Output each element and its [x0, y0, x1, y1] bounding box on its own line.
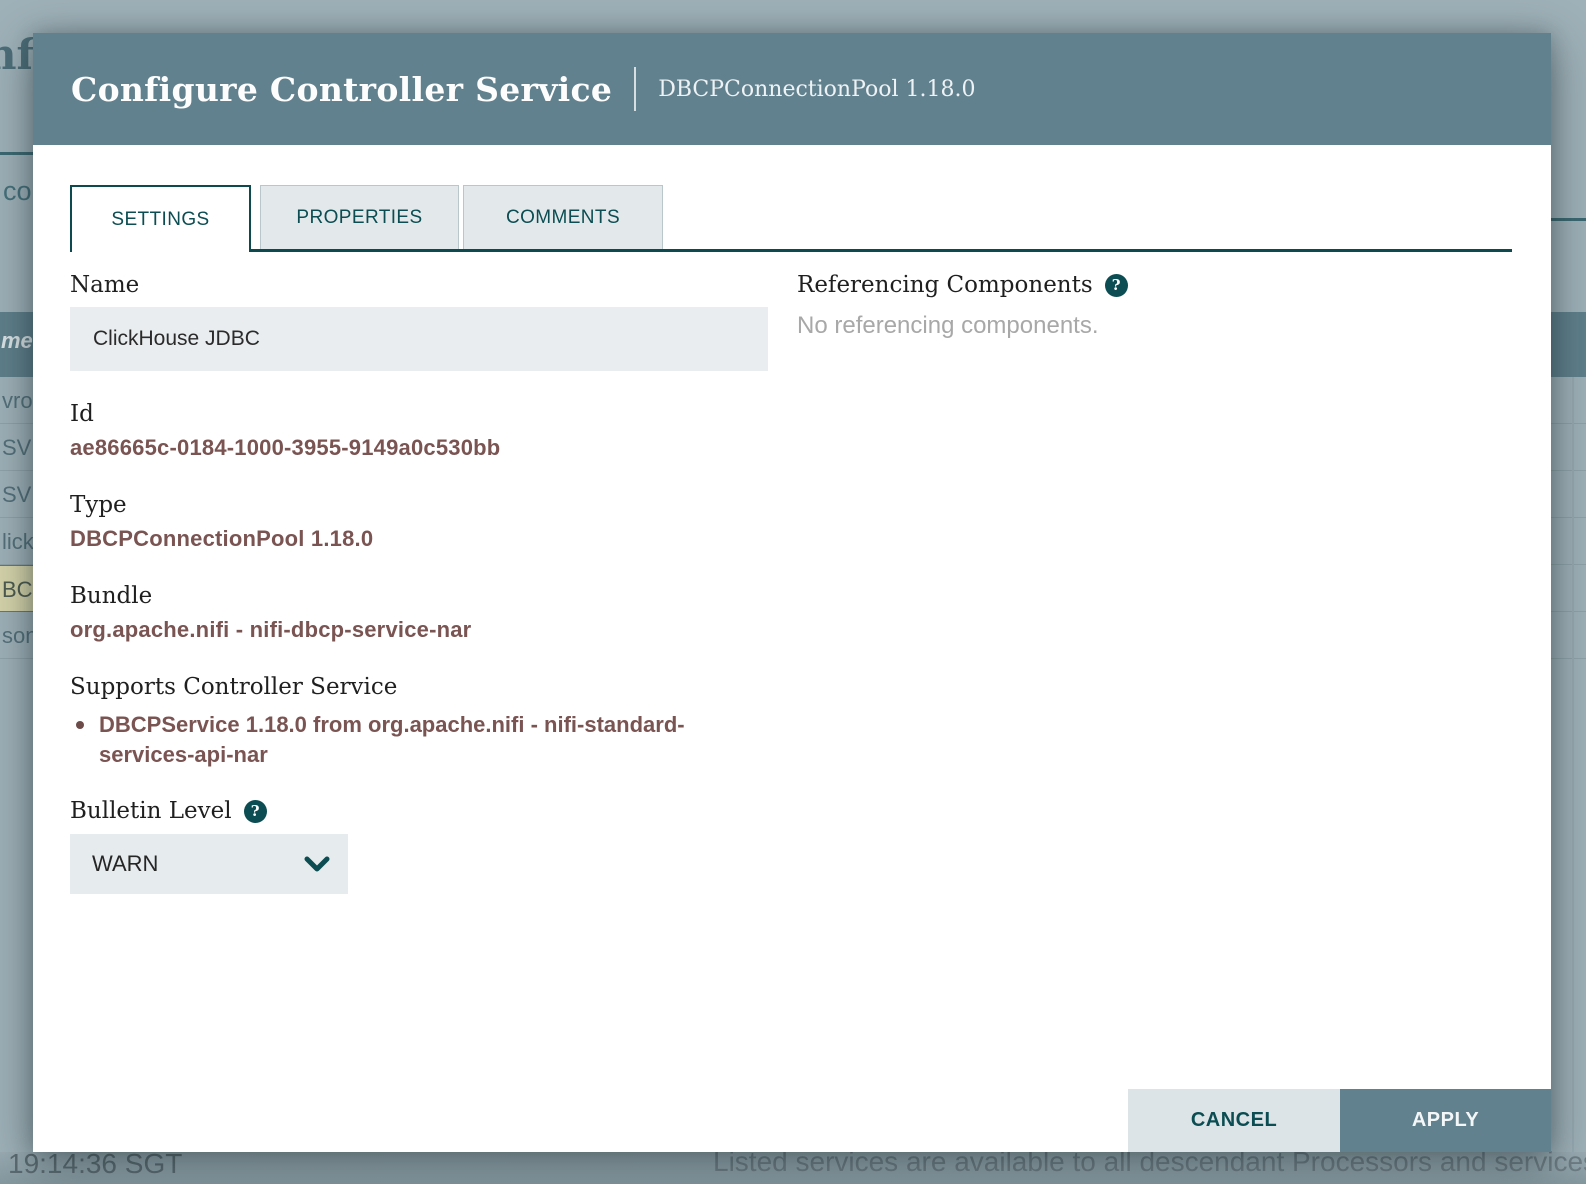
name-input[interactable]	[70, 307, 768, 371]
supports-controller-service-item: DBCPService 1.18.0 from org.apache.nifi …	[70, 710, 730, 770]
supports-controller-service-label: Supports Controller Service	[70, 674, 770, 700]
configure-controller-service-dialog: Configure Controller Service DBCPConnect…	[33, 33, 1551, 1152]
supports-controller-service-list: DBCPService 1.18.0 from org.apache.nifi …	[70, 710, 730, 770]
id-label: Id	[70, 401, 770, 427]
table-row: son	[0, 612, 33, 659]
tab-comments[interactable]: COMMENTS	[463, 185, 663, 249]
background-table-rows-right	[1551, 377, 1586, 659]
background-table-rows-left: vro SVR SVR lick BCP son	[0, 377, 33, 659]
bulletin-level-value: WARN	[92, 851, 158, 877]
id-value: ae86665c-0184-1000-3955-9149a0c530bb	[70, 435, 770, 461]
background-tab-underline-right	[1551, 218, 1586, 221]
background-table-header-right	[1551, 312, 1586, 377]
settings-left-column: Name Id ae86665c-0184-1000-3955-9149a0c5…	[70, 272, 770, 925]
bundle-label: Bundle	[70, 583, 770, 609]
tab-settings[interactable]: SETTINGS	[70, 185, 251, 252]
background-tab-label-fragment: co	[3, 176, 32, 207]
table-row: SVR	[0, 424, 33, 471]
table-row: vro	[0, 377, 33, 424]
chevron-down-icon	[304, 855, 330, 873]
name-label: Name	[70, 272, 770, 298]
table-row: lick	[0, 518, 33, 565]
dialog-subtitle: DBCPConnectionPool 1.18.0	[634, 67, 975, 111]
background-tab-underline-left	[0, 152, 33, 155]
tab-properties[interactable]: PROPERTIES	[260, 185, 459, 249]
help-icon[interactable]: ?	[244, 800, 267, 823]
tab-bar: SETTINGS PROPERTIES COMMENTS	[70, 185, 1512, 252]
referencing-components-label: Referencing Components	[797, 272, 1093, 298]
referencing-components-empty-text: No referencing components.	[797, 312, 1512, 340]
bulletin-level-dropdown[interactable]: WARN	[70, 834, 348, 894]
cancel-button[interactable]: CANCEL	[1128, 1089, 1340, 1152]
referencing-components-section: Referencing Components ? No referencing …	[797, 272, 1512, 925]
table-row-selected: BCP	[0, 565, 33, 612]
bundle-value: org.apache.nifi - nifi-dbcp-service-nar	[70, 617, 770, 643]
background-timestamp: 19:14:36 SGT	[8, 1148, 182, 1180]
help-icon[interactable]: ?	[1105, 274, 1128, 297]
background-table-header-left: me	[0, 312, 33, 377]
background-table-column-divider	[1572, 377, 1574, 1152]
dialog-title: Configure Controller Service	[71, 70, 612, 109]
apply-button[interactable]: APPLY	[1340, 1089, 1551, 1152]
dialog-footer: CANCEL APPLY	[1128, 1089, 1551, 1152]
type-label: Type	[70, 492, 770, 518]
type-value: DBCPConnectionPool 1.18.0	[70, 526, 770, 552]
dialog-content: SETTINGS PROPERTIES COMMENTS Name Id ae8…	[33, 145, 1551, 925]
bulletin-level-label: Bulletin Level	[70, 798, 232, 824]
dialog-header: Configure Controller Service DBCPConnect…	[33, 33, 1551, 145]
table-row: SVR	[0, 471, 33, 518]
